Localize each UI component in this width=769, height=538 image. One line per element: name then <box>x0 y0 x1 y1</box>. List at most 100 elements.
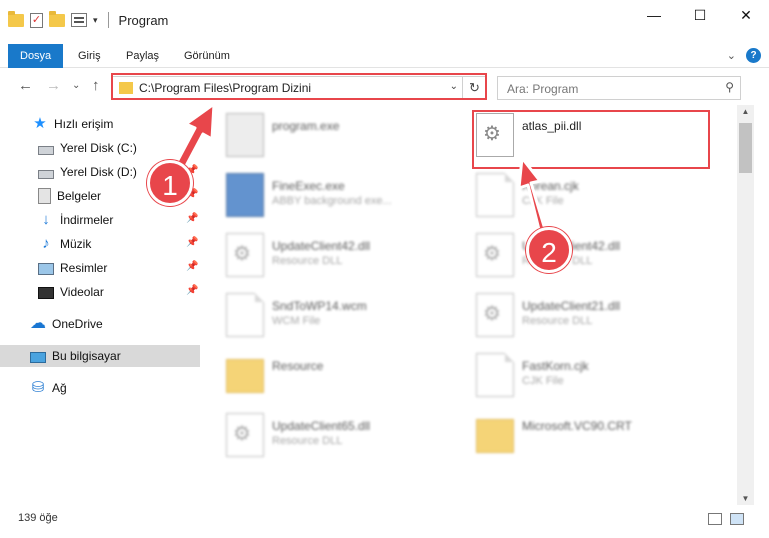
file-name: Microsoft.VC90.CRT <box>522 419 632 433</box>
dll-gear-icon <box>226 233 264 277</box>
dll-gear-icon <box>476 233 514 277</box>
sidebar-item-pictures[interactable]: Resimler 📌 <box>0 257 200 279</box>
file-item[interactable]: Resource <box>210 345 455 401</box>
sidebar-item-videos[interactable]: Videolar 📌 <box>0 281 200 303</box>
sidebar-item-label: OneDrive <box>52 317 103 331</box>
pin-icon[interactable]: 📌 <box>186 261 198 272</box>
file-name: SndToWP14.wcm <box>272 299 367 313</box>
pin-icon[interactable]: 📌 <box>186 285 198 296</box>
sidebar-item-label: Videolar <box>60 285 104 299</box>
status-bar: 139 öğe <box>0 506 769 538</box>
sidebar-item-this-pc[interactable]: Bu bilgisayar <box>0 345 200 367</box>
exe-icon <box>226 173 264 217</box>
file-item[interactable]: Microsoft.VC90.CRT <box>460 405 705 461</box>
scroll-down-icon[interactable]: ▼ <box>737 494 754 503</box>
sidebar-item-label: Hızlı erişim <box>54 117 114 131</box>
star-icon: ★ <box>33 115 47 132</box>
folder-icon <box>226 359 264 393</box>
close-button[interactable]: ✕ <box>723 0 769 30</box>
file-item[interactable]: UpdateClient21.dll Resource DLL <box>460 285 705 341</box>
new-folder-icon[interactable] <box>49 10 65 27</box>
customize-toolbar-icon[interactable]: ▾ <box>93 15 98 26</box>
maximize-button[interactable]: ☐ <box>677 0 723 30</box>
step-2-badge: 2 <box>526 227 572 273</box>
file-type: Resource DLL <box>272 435 343 447</box>
help-icon[interactable]: ? <box>746 48 761 63</box>
scroll-up-icon[interactable]: ▲ <box>737 107 754 116</box>
sidebar-item-label: Ağ <box>52 381 67 395</box>
sidebar-item-label: Resimler <box>60 261 108 275</box>
file-name: UpdateClient21.dll <box>522 299 621 313</box>
file-name: program.exe <box>272 119 340 133</box>
network-icon: ⛁ <box>31 379 45 396</box>
file-type: Resource DLL <box>272 255 343 267</box>
tab-home[interactable]: Giriş <box>70 44 109 68</box>
sidebar-item-onedrive[interactable]: ☁ OneDrive <box>0 313 200 335</box>
page-icon <box>476 353 514 397</box>
file-item[interactable]: FineExec.exe ABBY background exe... <box>210 165 455 221</box>
vertical-scrollbar[interactable]: ▲ ▼ <box>737 105 754 505</box>
file-item[interactable]: UpdateClient42.dll Resource DLL <box>210 225 455 281</box>
file-item[interactable]: UpdateClient42.dll Resource DLL <box>460 225 705 281</box>
sidebar-item-label: Yerel Disk (C:) <box>60 141 137 155</box>
pin-icon[interactable]: 📌 <box>186 141 198 152</box>
documents-icon <box>38 188 51 204</box>
sidebar-item-label: İndirmeler <box>60 213 114 227</box>
search-icon[interactable]: ⚲ <box>725 80 734 94</box>
title-separator <box>107 12 109 28</box>
window-title: Program <box>118 12 169 28</box>
cloud-icon: ☁ <box>30 315 46 332</box>
sidebar-item-quick-access[interactable]: ★ Hızlı erişim <box>0 113 200 135</box>
file-type: Resource DLL <box>522 315 593 327</box>
dll-gear-icon <box>476 293 514 337</box>
file-name: UpdateClient42.dll <box>272 239 371 253</box>
file-type: ABBY background exe... <box>272 195 392 207</box>
item-count: 139 öğe <box>18 512 58 524</box>
tab-file[interactable]: Dosya <box>8 44 64 68</box>
file-type: WCM File <box>272 315 321 327</box>
search-input[interactable]: Ara: Program ⚲ <box>497 76 741 100</box>
large-icons-view-icon[interactable] <box>730 513 744 525</box>
file-item[interactable]: program.exe <box>210 105 455 161</box>
details-view-icon[interactable] <box>708 513 722 525</box>
tab-view[interactable]: Görünüm <box>176 44 238 68</box>
file-type: CJK File <box>522 375 564 387</box>
tab-share[interactable]: Paylaş <box>118 44 167 68</box>
sidebar-item-downloads[interactable]: ↓ İndirmeler 📌 <box>0 209 200 231</box>
music-icon: ♪ <box>42 235 50 252</box>
drive-icon <box>38 169 54 179</box>
setup-icon <box>226 113 264 157</box>
page-icon <box>226 293 264 337</box>
file-name: Resource <box>272 359 324 373</box>
sidebar-item-music[interactable]: ♪ Müzik 📌 <box>0 233 200 255</box>
scroll-thumb[interactable] <box>739 123 752 173</box>
search-placeholder: Ara: Program <box>507 82 579 96</box>
file-item[interactable]: SndToWP14.wcm WCM File <box>210 285 455 341</box>
folder-icon <box>476 419 514 453</box>
step-1-badge: 1 <box>147 160 193 206</box>
properties-icon[interactable] <box>71 13 87 27</box>
recent-locations-icon[interactable]: ⌄ <box>72 80 80 91</box>
title-bar: ✓ ▾ Program — ☐ ✕ <box>0 0 769 44</box>
dll-gear-icon <box>226 413 264 457</box>
forward-button[interactable]: → <box>46 77 61 94</box>
sidebar-item-network[interactable]: ⛁ Ağ <box>0 377 200 399</box>
file-item[interactable]: Korean.cjk CJK File <box>460 165 705 221</box>
computer-icon <box>30 351 46 363</box>
pictures-icon <box>38 263 54 275</box>
up-button[interactable]: ↑ <box>92 77 100 94</box>
pin-icon[interactable]: 📌 <box>186 237 198 248</box>
pin-icon[interactable]: 📌 <box>186 213 198 224</box>
expand-ribbon-icon[interactable]: ⌄ <box>727 49 736 62</box>
ribbon-right-controls: ⌄ ? <box>727 48 761 63</box>
minimize-button[interactable]: — <box>631 0 677 30</box>
ribbon-tabs: Dosya Giriş Paylaş Görünüm ⌄ ? <box>0 44 769 68</box>
back-button[interactable]: ← <box>18 77 33 94</box>
sidebar-item-local-disk-c[interactable]: Yerel Disk (C:) 📌 <box>0 137 200 159</box>
file-name: FineExec.exe <box>272 179 345 193</box>
file-item[interactable]: UpdateClient65.dll Resource DLL <box>210 405 455 461</box>
file-item[interactable]: FastKorn.cjk CJK File <box>460 345 705 401</box>
quick-access-toolbar: ✓ ▾ Program <box>8 10 169 28</box>
properties-check-icon[interactable]: ✓ <box>30 12 43 28</box>
sidebar-item-label: Müzik <box>60 237 92 251</box>
